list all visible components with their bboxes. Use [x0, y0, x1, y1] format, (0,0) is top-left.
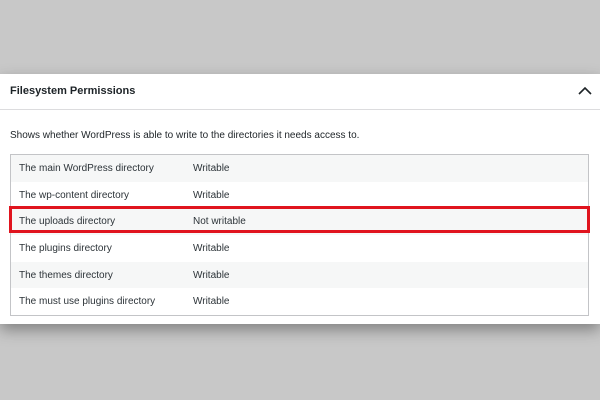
directory-name: The plugins directory	[19, 243, 112, 255]
chevron-up-icon	[578, 86, 592, 95]
collapse-toggle-button[interactable]	[576, 83, 594, 99]
section-description: Shows whether WordPress is able to write…	[10, 130, 360, 141]
panel-title: Filesystem Permissions	[10, 85, 136, 97]
filesystem-permissions-panel: Filesystem Permissions Shows whether Wor…	[0, 74, 600, 324]
directory-status: Writable	[193, 163, 230, 174]
directory-name: The must use plugins directory	[19, 296, 156, 308]
directory-status: Writable	[193, 243, 230, 255]
table-row: The must use plugins directory Writable	[11, 288, 588, 316]
directory-name: The main WordPress directory	[19, 163, 154, 174]
panel-header[interactable]: Filesystem Permissions	[0, 74, 600, 110]
directory-status: Not writable	[193, 216, 246, 228]
directory-status: Writable	[193, 296, 230, 308]
directory-name: The themes directory	[19, 269, 113, 281]
table-row: The uploads directory Not writable	[11, 208, 588, 236]
table-row: The main WordPress directory Writable	[11, 155, 588, 182]
table-row: The plugins directory Writable	[11, 235, 588, 262]
directory-status: Writable	[193, 269, 230, 281]
directory-name: The wp-content directory	[19, 189, 130, 201]
permissions-table: The main WordPress directory Writable Th…	[10, 154, 589, 317]
table-row: The themes directory Writable	[11, 261, 588, 289]
directory-name: The uploads directory	[19, 216, 116, 228]
directory-status: Writable	[193, 189, 230, 201]
table-row: The wp-content directory Writable	[11, 181, 588, 209]
